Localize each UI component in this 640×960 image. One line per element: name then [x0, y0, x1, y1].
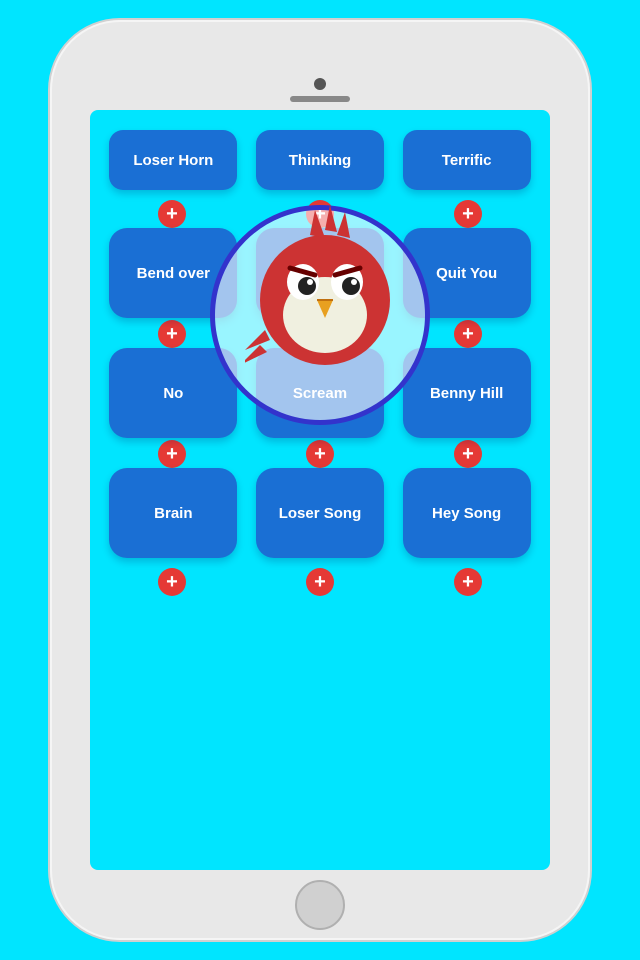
row4-section: + + + Brain Loser Song Hey Song [98, 440, 542, 558]
scream-button[interactable]: Scream [256, 348, 384, 438]
hey-song-button[interactable]: Hey Song [403, 468, 531, 558]
add-bottom-right[interactable]: + [454, 568, 482, 596]
add-hey-song[interactable]: + [454, 440, 482, 468]
add-scream[interactable]: + [306, 320, 334, 348]
add-no[interactable]: + [158, 320, 186, 348]
row3-section: + + + No Scream Benny Hill [98, 320, 542, 438]
phone-frame: Loser Horn Thinking Terrific + + + [50, 20, 590, 940]
top-row: Loser Horn Thinking Terrific [98, 122, 542, 190]
row2-section: + + + Bend over Crickets Quit You [98, 200, 542, 318]
bend-over-button[interactable]: Bend over [109, 228, 237, 318]
benny-hill-button[interactable]: Benny Hill [403, 348, 531, 438]
loser-song-button[interactable]: Loser Song [256, 468, 384, 558]
terrific-button[interactable]: Terrific [403, 130, 531, 190]
add-brain[interactable]: + [158, 440, 186, 468]
add-bend-over[interactable]: + [158, 200, 186, 228]
thinking-button[interactable]: Thinking [256, 130, 384, 190]
row2-icons: + + + [98, 200, 542, 228]
speaker [290, 96, 350, 102]
camera [314, 78, 326, 90]
add-bottom-left[interactable]: + [158, 568, 186, 596]
screen-content: Loser Horn Thinking Terrific + + + [90, 110, 550, 870]
row3-buttons: No Scream Benny Hill [98, 348, 542, 438]
bottom-icons: + + + [98, 568, 542, 596]
phone-screen: Loser Horn Thinking Terrific + + + [90, 110, 550, 870]
add-bottom-center[interactable]: + [306, 568, 334, 596]
add-crickets[interactable]: + [306, 200, 334, 228]
row3-icons: + + + [98, 320, 542, 348]
row4-icons: + + + [98, 440, 542, 468]
phone-top [50, 20, 590, 110]
brain-button[interactable]: Brain [109, 468, 237, 558]
loser-horn-button[interactable]: Loser Horn [109, 130, 237, 190]
phone-bottom [295, 870, 345, 940]
quit-you-button[interactable]: Quit You [403, 228, 531, 318]
crickets-button[interactable]: Crickets [256, 228, 384, 318]
no-button[interactable]: No [109, 348, 237, 438]
home-button[interactable] [295, 880, 345, 930]
add-benny-hill[interactable]: + [454, 320, 482, 348]
add-loser-song[interactable]: + [306, 440, 334, 468]
row2-buttons: Bend over Crickets Quit You [98, 228, 542, 318]
row4-buttons: Brain Loser Song Hey Song [98, 468, 542, 558]
add-quit-you[interactable]: + [454, 200, 482, 228]
